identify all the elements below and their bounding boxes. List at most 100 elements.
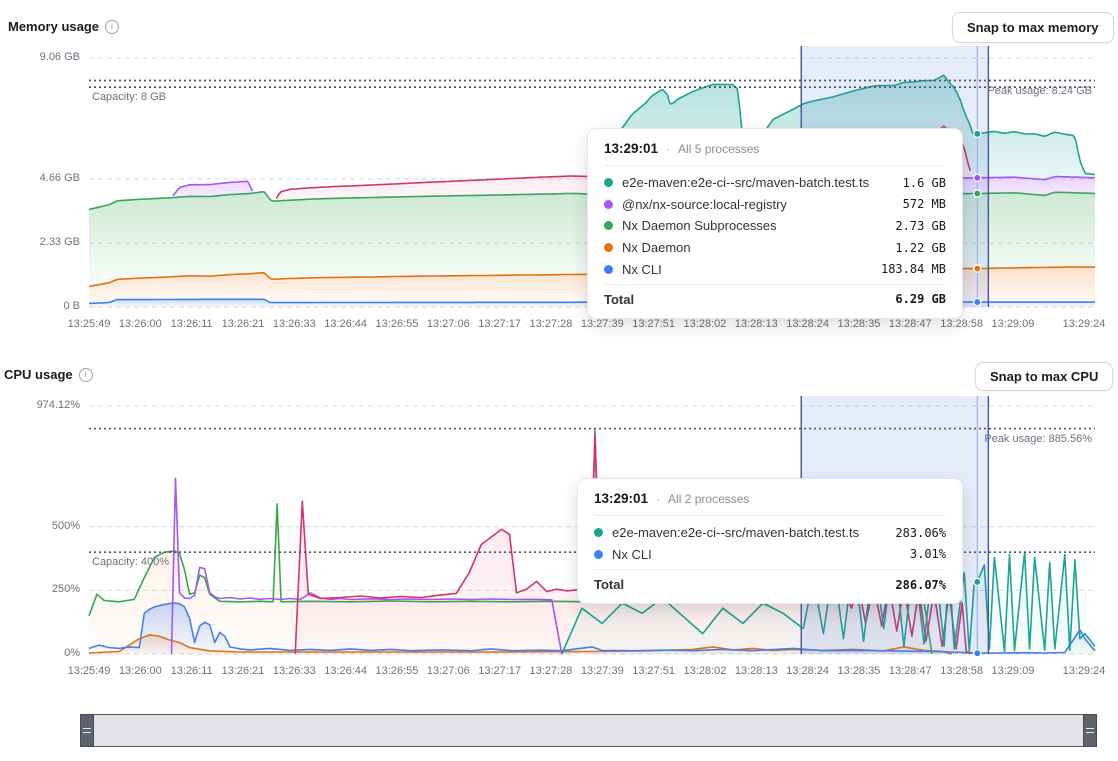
tooltip-rows: e2e-maven:e2e-ci--src/maven-batch.test.t…: [594, 516, 946, 569]
x-axis-time-label: 13:26:55: [376, 665, 419, 677]
x-axis-time-label: 13:26:11: [171, 318, 213, 330]
x-axis-time-label: 13:26:33: [273, 665, 316, 677]
y-axis-tick-label: 2.33 GB: [0, 236, 80, 248]
nx-profiler-page: Memory usage i Snap to max memory CPU us…: [0, 0, 1118, 761]
capacity-line-label: Capacity: 8 GB: [92, 91, 166, 103]
x-axis-time-label: 13:28:58: [940, 318, 983, 330]
cpu-usage-title-text: CPU usage: [4, 367, 73, 382]
process-name: e2e-maven:e2e-ci--src/maven-batch.test.t…: [622, 175, 894, 190]
process-name: e2e-maven:e2e-ci--src/maven-batch.test.t…: [612, 525, 886, 540]
info-icon[interactable]: i: [79, 368, 93, 382]
series-color-dot: [604, 221, 613, 230]
series-color-dot: [604, 243, 613, 252]
tooltip-total-value: 286.07%: [895, 578, 946, 592]
process-name: Nx CLI: [622, 262, 872, 277]
x-axis-time-label: 13:27:17: [478, 665, 521, 677]
x-axis-time-label: 13:28:02: [684, 665, 727, 677]
tooltip-header: 13:29:01 · All 2 processes: [594, 489, 946, 516]
x-axis-time-label: 13:28:35: [838, 665, 881, 677]
process-name: @nx/nx-source:local-registry: [622, 197, 894, 212]
tooltip-rows: e2e-maven:e2e-ci--src/maven-batch.test.t…: [604, 166, 946, 284]
charts-canvas[interactable]: [0, 0, 1118, 761]
memory-usage-title-text: Memory usage: [8, 19, 99, 34]
tooltip-process-row: e2e-maven:e2e-ci--src/maven-batch.test.t…: [604, 172, 946, 194]
process-value: 1.22 GB: [895, 241, 946, 255]
peak-usage-line-label: Peak usage: 8.24 GB: [987, 85, 1092, 97]
x-axis-time-label: 13:26:44: [324, 318, 367, 330]
x-axis-time-label: 13:27:39: [581, 318, 624, 330]
tooltip-separator: ·: [666, 142, 670, 156]
tooltip-total-row: Total 6.29 GB: [604, 284, 946, 310]
y-axis-tick-label: 9.06 GB: [0, 51, 80, 63]
x-axis-time-label: 13:25:49: [68, 318, 111, 330]
y-axis-tick-label: 0 B: [0, 300, 80, 312]
series-color-dot: [594, 550, 603, 559]
process-value: 2.73 GB: [895, 219, 946, 233]
x-axis-time-label: 13:29:09: [992, 665, 1035, 677]
x-axis-time-label: 13:26:00: [119, 665, 162, 677]
process-name: Nx Daemon Subprocesses: [622, 218, 886, 233]
process-value: 183.84 MB: [881, 262, 946, 276]
series-color-dot: [604, 200, 613, 209]
tooltip-subtitle: All 5 processes: [678, 142, 759, 156]
series-color-dot: [594, 528, 603, 537]
tooltip-subtitle: All 2 processes: [668, 492, 749, 506]
tooltip-process-row: Nx CLI 183.84 MB: [604, 258, 946, 280]
tooltip-process-row: e2e-maven:e2e-ci--src/maven-batch.test.t…: [594, 522, 946, 544]
tooltip-process-row: Nx Daemon Subprocesses 2.73 GB: [604, 215, 946, 237]
tooltip-process-row: @nx/nx-source:local-registry 572 MB: [604, 194, 946, 216]
x-axis-time-label: 13:26:21: [222, 318, 265, 330]
y-axis-tick-label: 0%: [0, 647, 80, 659]
tooltip-total-row: Total 286.07%: [594, 569, 946, 595]
process-value: 572 MB: [903, 197, 946, 211]
x-axis-time-label: 13:28:58: [940, 665, 983, 677]
x-axis-time-label: 13:27:51: [632, 318, 675, 330]
x-axis-time-label: 13:27:39: [581, 665, 624, 677]
x-axis-time-label: 13:27:28: [530, 318, 573, 330]
cpu-tooltip: 13:29:01 · All 2 processes e2e-maven:e2e…: [577, 478, 963, 604]
drag-grip-icon: [83, 728, 91, 733]
drag-grip-icon: [1086, 728, 1094, 733]
memory-usage-title: Memory usage i: [8, 19, 119, 34]
y-axis-tick-label: 974.12%: [0, 399, 80, 411]
x-axis-time-label: 13:28:13: [735, 318, 778, 330]
capacity-line-label: Capacity: 400%: [92, 556, 169, 568]
timeline-scrollbar[interactable]: [80, 714, 1097, 747]
memory-tooltip: 13:29:01 · All 5 processes e2e-maven:e2e…: [587, 128, 963, 319]
info-icon[interactable]: i: [105, 20, 119, 34]
scrollbar-left-handle[interactable]: [80, 714, 94, 747]
x-axis-time-label: 13:25:49: [68, 665, 111, 677]
tooltip-process-row: Nx CLI3.01%: [594, 544, 946, 566]
x-axis-time-label: 13:28:47: [889, 665, 932, 677]
process-value: 283.06%: [895, 526, 946, 540]
x-axis-time-label: 13:29:24: [1063, 665, 1106, 677]
x-axis-time-label: 13:28:13: [735, 665, 778, 677]
tooltip-total-value: 6.29 GB: [895, 292, 946, 306]
process-name: Nx Daemon: [622, 240, 886, 255]
x-axis-time-label: 13:28:35: [838, 318, 881, 330]
snap-to-max-memory-button[interactable]: Snap to max memory: [952, 12, 1114, 43]
x-axis-time-label: 13:26:21: [222, 665, 265, 677]
x-axis-time-label: 13:27:51: [632, 665, 675, 677]
peak-usage-line-label: Peak usage: 885.56%: [984, 433, 1092, 445]
process-name: Nx CLI: [612, 547, 901, 562]
snap-to-max-cpu-button[interactable]: Snap to max CPU: [975, 362, 1113, 391]
tooltip-header: 13:29:01 · All 5 processes: [604, 139, 946, 166]
x-axis-time-label: 13:27:28: [530, 665, 573, 677]
tooltip-total-label: Total: [604, 292, 895, 307]
x-axis-time-label: 13:26:00: [119, 318, 162, 330]
scrollbar-right-handle[interactable]: [1083, 714, 1097, 747]
cpu-usage-title: CPU usage i: [4, 367, 93, 382]
tooltip-total-label: Total: [594, 577, 895, 592]
x-axis-time-label: 13:27:17: [478, 318, 521, 330]
x-axis-time-label: 13:26:11: [171, 665, 213, 677]
process-value: 1.6 GB: [903, 176, 946, 190]
tooltip-time: 13:29:01: [594, 491, 648, 506]
tooltip-time: 13:29:01: [604, 141, 658, 156]
x-axis-time-label: 13:26:44: [324, 665, 367, 677]
x-axis-time-label: 13:27:06: [427, 665, 470, 677]
series-color-dot: [604, 178, 613, 187]
x-axis-time-label: 13:29:09: [992, 318, 1035, 330]
y-axis-tick-label: 4.66 GB: [0, 172, 80, 184]
x-axis-time-label: 13:27:06: [427, 318, 470, 330]
